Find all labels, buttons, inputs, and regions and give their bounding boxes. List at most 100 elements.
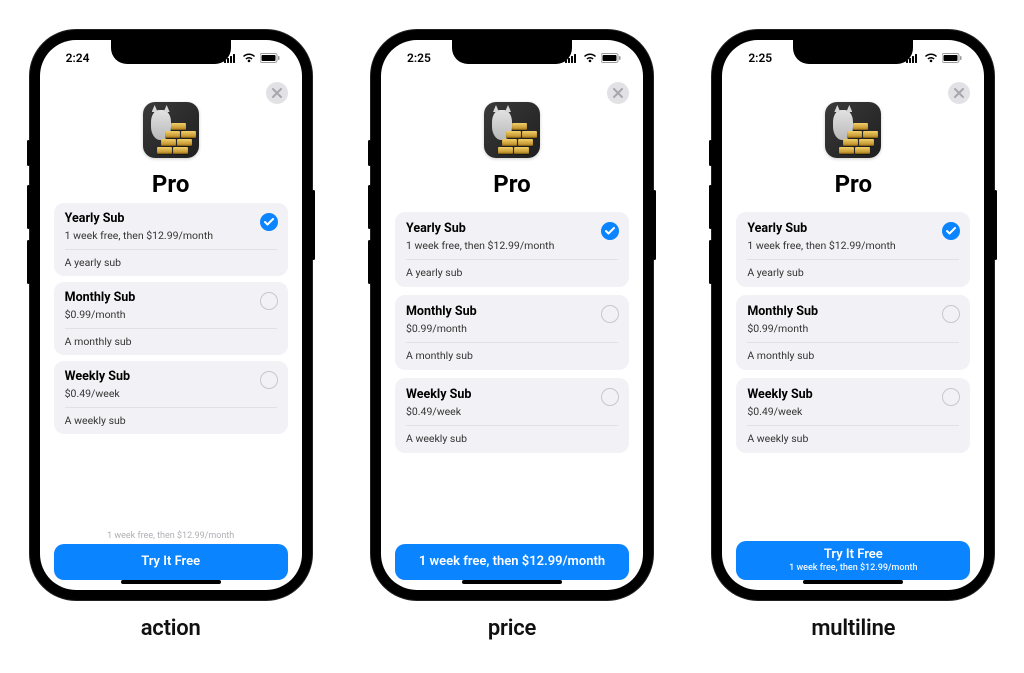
- status-right: [565, 53, 621, 63]
- plan-title: Weekly Sub: [747, 387, 959, 402]
- plan-price: $0.49/week: [406, 405, 618, 418]
- battery-icon: [260, 53, 280, 63]
- divider: [747, 342, 959, 343]
- home-indicator: [462, 580, 562, 584]
- divider: [65, 407, 277, 408]
- phone-col-price: 2:25: [371, 30, 653, 641]
- plan-desc: A weekly sub: [406, 432, 618, 445]
- cta-secondary-label: 1 week free, then $12.99/month: [789, 563, 917, 574]
- battery-icon: [601, 53, 621, 63]
- radio-unchecked-icon: [260, 292, 278, 310]
- phone-screen: 2:24: [40, 40, 302, 590]
- close-icon: [613, 88, 623, 98]
- close-button[interactable]: [266, 82, 288, 104]
- plan-title: Yearly Sub: [65, 211, 277, 226]
- plan-price: $0.99/month: [406, 322, 618, 335]
- status-time: 2:24: [66, 51, 90, 65]
- side-button: [709, 185, 712, 229]
- side-button: [709, 140, 712, 166]
- wifi-icon: [583, 53, 597, 63]
- plan-title: Weekly Sub: [406, 387, 618, 402]
- plan-price: $0.49/week: [747, 405, 959, 418]
- phone-mockup: 2:25: [712, 30, 994, 600]
- cta-primary-label: 1 week free, then $12.99/month: [419, 554, 605, 570]
- plan-option-weekly[interactable]: Weekly Sub $0.49/week A weekly sub: [395, 378, 629, 453]
- plan-price: $0.49/week: [65, 387, 277, 400]
- radio-unchecked-icon: [942, 305, 960, 323]
- phone-mockup: 2:24: [30, 30, 312, 600]
- plan-title: Yearly Sub: [747, 221, 959, 236]
- plan-list: Yearly Sub 1 week free, then $12.99/mont…: [54, 203, 288, 434]
- divider: [406, 425, 618, 426]
- wifi-icon: [924, 53, 938, 63]
- plan-title: Weekly Sub: [65, 369, 277, 384]
- notch: [793, 40, 913, 64]
- notch: [452, 40, 572, 64]
- home-indicator: [121, 580, 221, 584]
- plan-desc: A yearly sub: [65, 256, 277, 269]
- divider: [65, 328, 277, 329]
- radio-checked-icon: [601, 222, 619, 240]
- plan-desc: A yearly sub: [406, 266, 618, 279]
- plan-option-weekly[interactable]: Weekly Sub $0.49/week A weekly sub: [736, 378, 970, 453]
- variant-caption: price: [488, 616, 536, 641]
- radio-unchecked-icon: [601, 305, 619, 323]
- plan-option-monthly[interactable]: Monthly Sub $0.99/month A monthly sub: [54, 282, 288, 355]
- side-button: [27, 185, 30, 229]
- radio-unchecked-icon: [260, 371, 278, 389]
- cta-button[interactable]: Try It Free 1 week free, then $12.99/mon…: [736, 541, 970, 581]
- close-button[interactable]: [607, 82, 629, 104]
- status-right: [224, 53, 280, 63]
- plan-list: Yearly Sub 1 week free, then $12.99/mont…: [395, 212, 629, 453]
- phone-screen: 2:25: [381, 40, 643, 590]
- radio-unchecked-icon: [942, 388, 960, 406]
- plan-title: Monthly Sub: [747, 304, 959, 319]
- plan-title: Monthly Sub: [65, 290, 277, 305]
- side-button: [368, 185, 371, 229]
- plan-option-yearly[interactable]: Yearly Sub 1 week free, then $12.99/mont…: [54, 203, 288, 276]
- plan-desc: A monthly sub: [406, 349, 618, 362]
- plan-option-monthly[interactable]: Monthly Sub $0.99/month A monthly sub: [736, 295, 970, 370]
- comparison-stage: 2:24: [0, 0, 1024, 641]
- plan-desc: A yearly sub: [747, 266, 959, 279]
- plan-desc: A monthly sub: [747, 349, 959, 362]
- plan-price: 1 week free, then $12.99/month: [65, 229, 277, 242]
- phone-mockup: 2:25: [371, 30, 653, 600]
- radio-checked-icon: [260, 213, 278, 231]
- paywall-content: Pro Yearly Sub 1 week free, then $12.99/…: [40, 76, 302, 590]
- plan-desc: A weekly sub: [65, 414, 277, 427]
- plan-option-yearly[interactable]: Yearly Sub 1 week free, then $12.99/mont…: [395, 212, 629, 287]
- divider: [406, 342, 618, 343]
- divider: [747, 425, 959, 426]
- phone-screen: 2:25: [722, 40, 984, 590]
- side-button: [27, 140, 30, 166]
- status-time: 2:25: [748, 51, 772, 65]
- variant-caption: multiline: [811, 616, 895, 641]
- radio-unchecked-icon: [601, 388, 619, 406]
- plan-price: 1 week free, then $12.99/month: [747, 239, 959, 252]
- cta-button[interactable]: Try It Free: [54, 544, 288, 580]
- plan-desc: A monthly sub: [65, 335, 277, 348]
- close-icon: [954, 88, 964, 98]
- cta-button[interactable]: 1 week free, then $12.99/month: [395, 544, 629, 580]
- status-time: 2:25: [407, 51, 431, 65]
- plan-list: Yearly Sub 1 week free, then $12.99/mont…: [736, 212, 970, 453]
- wifi-icon: [242, 53, 256, 63]
- page-title: Pro: [736, 170, 970, 198]
- plan-option-weekly[interactable]: Weekly Sub $0.49/week A weekly sub: [54, 361, 288, 434]
- side-button: [27, 240, 30, 284]
- plan-option-monthly[interactable]: Monthly Sub $0.99/month A monthly sub: [395, 295, 629, 370]
- page-title: Pro: [395, 170, 629, 198]
- app-icon: [143, 102, 199, 158]
- app-icon: [825, 102, 881, 158]
- variant-caption: action: [141, 616, 201, 641]
- notch: [111, 40, 231, 64]
- phone-col-action: 2:24: [30, 30, 312, 641]
- plan-title: Monthly Sub: [406, 304, 618, 319]
- phone-col-multiline: 2:25: [712, 30, 994, 641]
- close-icon: [272, 88, 282, 98]
- side-button: [653, 190, 656, 260]
- divider: [406, 259, 618, 260]
- plan-option-yearly[interactable]: Yearly Sub 1 week free, then $12.99/mont…: [736, 212, 970, 287]
- side-button: [312, 190, 315, 260]
